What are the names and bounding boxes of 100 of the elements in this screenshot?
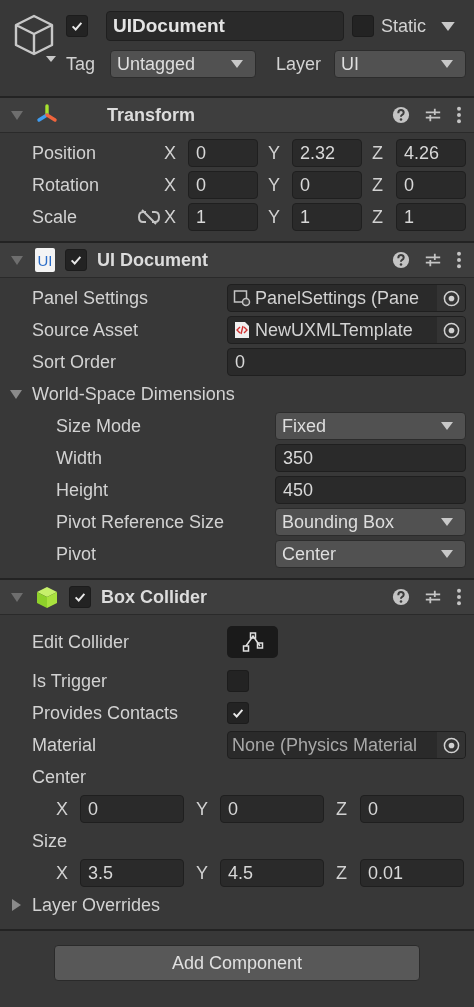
vertex-edit-icon xyxy=(240,632,265,652)
input-field[interactable]: 2.32 xyxy=(292,139,362,167)
component-title: Transform xyxy=(106,104,197,126)
input-field[interactable]: 350 xyxy=(275,444,466,472)
component-header[interactable]: Box Collider xyxy=(0,580,474,615)
more-menu-icon[interactable] xyxy=(456,251,462,269)
axis-label: Z xyxy=(372,206,384,228)
input-field[interactable]: 4.5 xyxy=(220,859,324,887)
axis-label: X xyxy=(164,142,177,164)
object-picker-button[interactable] xyxy=(437,317,465,343)
foldout-arrow-icon[interactable] xyxy=(10,388,22,400)
property-label: Edit Collider xyxy=(32,631,131,653)
input-field[interactable]: 0 xyxy=(188,171,258,199)
input-field[interactable]: 0 xyxy=(360,795,464,823)
static-checkbox[interactable] xyxy=(352,15,374,37)
check-icon xyxy=(73,590,87,604)
component-title: UI Document xyxy=(97,249,209,271)
property-label: Source Asset xyxy=(32,319,140,341)
object-field[interactable]: NewUXMLTemplate xyxy=(227,316,466,344)
input-field[interactable]: 450 xyxy=(275,476,466,504)
layer-dropdown[interactable]: UI xyxy=(334,50,466,78)
property-label: Rotation xyxy=(32,174,101,196)
axis-label: X xyxy=(56,862,69,884)
input-field[interactable]: 1 xyxy=(188,203,258,231)
property-label: Size xyxy=(32,830,68,852)
property-label: Sort Order xyxy=(32,351,118,373)
axis-label: X xyxy=(164,206,177,228)
dropdown[interactable]: Center xyxy=(275,540,466,568)
foldout-label[interactable]: World-Space Dimensions xyxy=(32,383,235,405)
input-field[interactable]: 0 xyxy=(396,171,466,199)
more-menu-icon[interactable] xyxy=(456,588,462,606)
axis-label: Y xyxy=(268,142,281,164)
broken-link-icon[interactable] xyxy=(138,209,160,225)
check-icon xyxy=(70,19,84,33)
axis-label: Z xyxy=(336,862,348,884)
presets-icon[interactable] xyxy=(424,588,442,606)
property-label: Center xyxy=(32,766,88,788)
axis-label: Y xyxy=(268,206,281,228)
tag-dropdown[interactable]: Untagged xyxy=(110,50,256,78)
help-icon[interactable] xyxy=(392,251,410,269)
active-checkbox[interactable] xyxy=(66,15,88,37)
cube-icon xyxy=(35,585,59,609)
presets-icon[interactable] xyxy=(424,251,442,269)
checkbox[interactable] xyxy=(227,670,249,692)
tag-label: Tag xyxy=(66,53,97,75)
add-component-button[interactable]: Add Component xyxy=(54,945,420,981)
object-picker-button[interactable] xyxy=(437,732,465,758)
input-field[interactable]: 0 xyxy=(220,795,324,823)
edit-collider-button[interactable] xyxy=(227,626,278,658)
check-icon xyxy=(69,253,83,267)
input-field[interactable]: 1 xyxy=(292,203,362,231)
component-title: Box Collider xyxy=(101,586,208,608)
ui-icon: UI xyxy=(35,248,55,272)
foldout-label[interactable]: Layer Overrides xyxy=(32,894,161,916)
object-field[interactable]: None (Physics Material xyxy=(227,731,466,759)
input-field[interactable]: 0 xyxy=(292,171,362,199)
input-field[interactable]: 0 xyxy=(227,348,466,376)
axis-label: Y xyxy=(268,174,281,196)
presets-icon[interactable] xyxy=(424,106,442,124)
caret-icon xyxy=(441,550,453,558)
foldout-arrow-icon[interactable] xyxy=(10,899,22,911)
input-field[interactable]: 3.5 xyxy=(80,859,184,887)
object-field[interactable]: PanelSettings (Pane xyxy=(227,284,466,312)
axis-label: X xyxy=(56,798,69,820)
caret-icon[interactable] xyxy=(441,21,455,31)
component-header[interactable]: Transform xyxy=(0,98,474,133)
input-field[interactable]: 0 xyxy=(188,139,258,167)
code-file-icon xyxy=(233,321,251,339)
property-label: Scale xyxy=(32,206,79,228)
caret-icon xyxy=(231,60,243,68)
check-icon xyxy=(231,706,245,720)
help-icon[interactable] xyxy=(392,106,410,124)
caret-icon xyxy=(441,422,453,430)
component-header[interactable]: UI UI Document xyxy=(0,243,474,278)
input-field[interactable]: 0 xyxy=(80,795,184,823)
name-field[interactable]: UIDocument xyxy=(106,11,344,41)
input-field[interactable]: 0.01 xyxy=(360,859,464,887)
caret-icon xyxy=(441,518,453,526)
property-label: Height xyxy=(56,479,110,501)
property-label: Position xyxy=(32,142,98,164)
property-label: Size Mode xyxy=(56,415,143,437)
property-label: Pivot Reference Size xyxy=(56,511,226,533)
dropdown[interactable]: Fixed xyxy=(275,412,466,440)
property-label: Provides Contacts xyxy=(32,702,180,724)
input-field[interactable]: 1 xyxy=(396,203,466,231)
more-menu-icon[interactable] xyxy=(456,106,462,124)
static-label: Static xyxy=(381,15,428,37)
input-field[interactable]: 4.26 xyxy=(396,139,466,167)
enabled-checkbox[interactable] xyxy=(65,249,87,271)
checkbox[interactable] xyxy=(227,702,249,724)
axis-label: X xyxy=(164,174,177,196)
enabled-checkbox[interactable] xyxy=(69,586,91,608)
property-label: Is Trigger xyxy=(32,670,109,692)
help-icon[interactable] xyxy=(392,588,410,606)
property-label: Material xyxy=(32,734,98,756)
object-picker-button[interactable] xyxy=(437,285,465,311)
axis-label: Y xyxy=(196,798,209,820)
settings-asset-icon xyxy=(233,289,251,307)
layer-label: Layer xyxy=(276,53,323,75)
dropdown[interactable]: Bounding Box xyxy=(275,508,466,536)
